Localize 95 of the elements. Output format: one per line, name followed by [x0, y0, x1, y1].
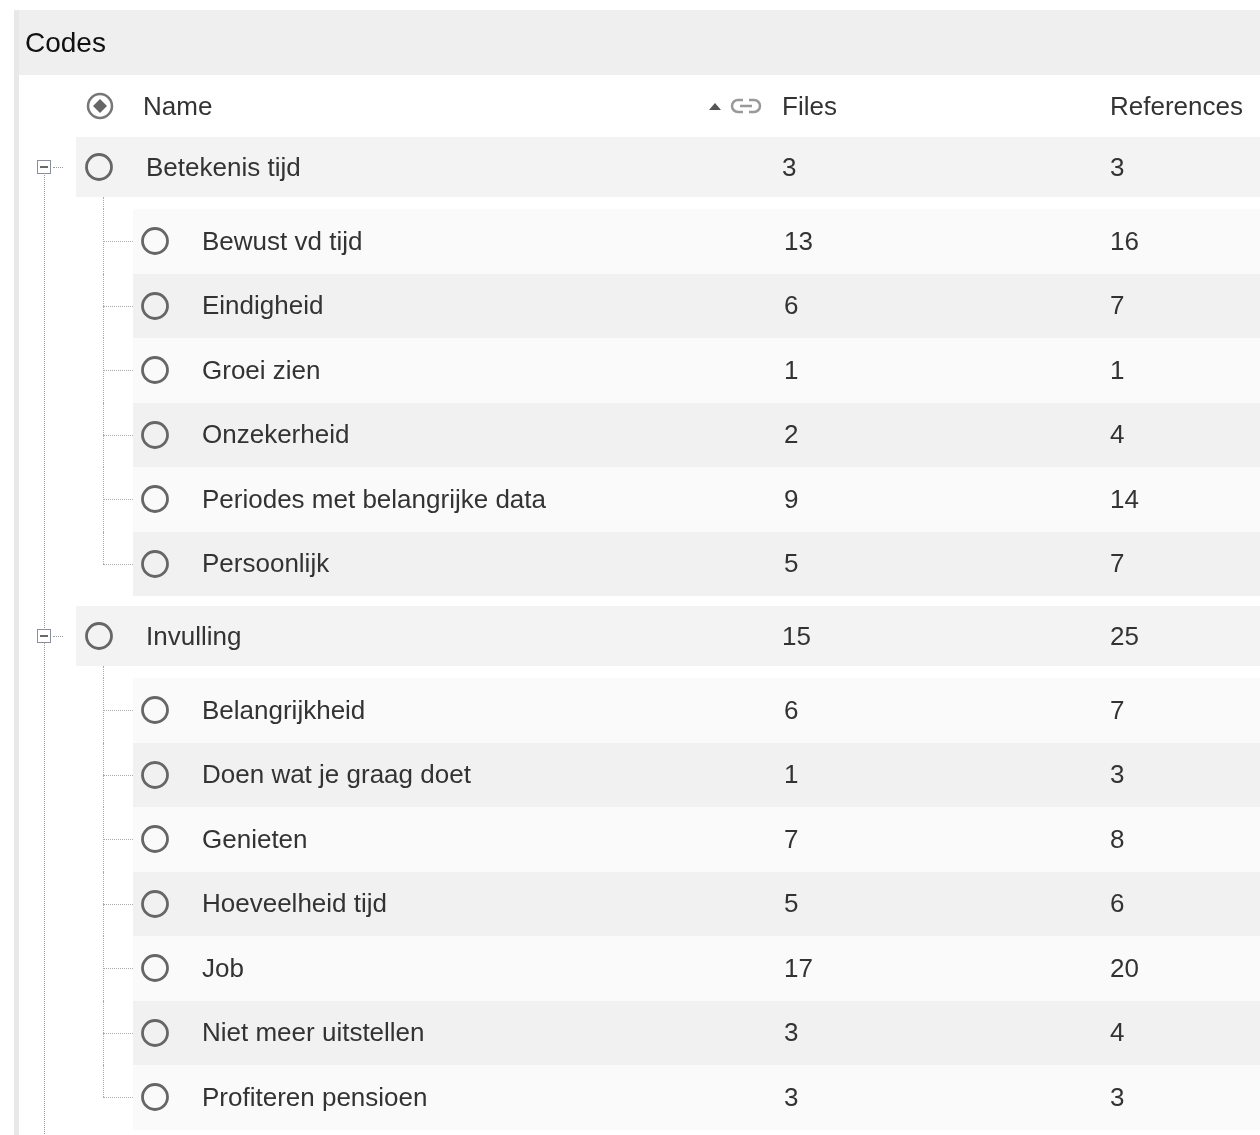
code-icon: [140, 419, 170, 450]
collapse-icon[interactable]: [37, 160, 51, 174]
code-name: Belangrijkheid: [202, 694, 367, 726]
code-icon: [140, 695, 170, 726]
sort-ascending-icon[interactable]: [708, 101, 722, 111]
code-icon: [84, 152, 114, 182]
tree-connector: [103, 807, 133, 872]
files-count: 6: [784, 290, 799, 322]
files-count: 15: [782, 620, 811, 652]
files-count: 17: [784, 952, 813, 984]
code-icon: [140, 1017, 170, 1048]
tree-connector: [103, 1000, 133, 1065]
tree-row[interactable]: Niet meer uitstellen 3 4: [133, 1000, 1260, 1065]
add-code-icon[interactable]: [85, 91, 115, 121]
tree-connector: [103, 678, 133, 743]
references-count: 3: [1110, 759, 1125, 791]
code-icon: [140, 888, 170, 919]
code-name: Onzekerheid: [202, 419, 351, 451]
panel-title: Codes: [25, 26, 106, 59]
references-count: 25: [1110, 620, 1139, 652]
tree-connector: [103, 742, 133, 807]
column-header[interactable]: References: [1110, 90, 1243, 122]
tree-row[interactable]: Groei zien 1 1: [133, 338, 1260, 403]
references-count: 7: [1110, 290, 1125, 322]
files-count: 7: [784, 823, 799, 855]
files-count: 3: [782, 151, 797, 183]
column-header[interactable]: Name: [143, 90, 708, 122]
code-icon: [140, 290, 170, 321]
tree-row[interactable]: Onzekerheid 2 4: [133, 402, 1260, 467]
references-count: 20: [1110, 952, 1139, 984]
references-count: 1: [1110, 354, 1125, 386]
references-count: 3: [1110, 1081, 1125, 1113]
code-icon: [84, 621, 114, 651]
files-count: 13: [784, 225, 813, 257]
code-icon: [140, 824, 170, 855]
tree-row[interactable]: Periodes met belangrijke data 9 14: [133, 467, 1260, 532]
tree-row[interactable]: Invulling 15 25: [76, 606, 1260, 666]
code-icon: [140, 484, 170, 515]
code-name: Eindigheid: [202, 290, 325, 322]
code-name: Betekenis tijd: [146, 151, 302, 183]
files-count: 6: [784, 694, 799, 726]
references-count: 8: [1110, 823, 1125, 855]
code-name: Groei zien: [202, 354, 322, 386]
files-count: 1: [784, 354, 799, 386]
code-name: Niet meer uitstellen: [202, 1017, 426, 1049]
files-count: 9: [784, 483, 799, 515]
code-name: Invulling: [146, 620, 243, 652]
tree-connector: [103, 209, 133, 274]
references-count: 4: [1110, 1017, 1125, 1049]
code-name: Hoeveelheid tijd: [202, 888, 388, 920]
tree-row[interactable]: Persoonlijk 5 7: [133, 531, 1260, 596]
tree-row[interactable]: Profiteren pensioen 3 3: [133, 1065, 1260, 1130]
tree-row[interactable]: Bewust vd tijd 13 16: [133, 209, 1260, 274]
files-count: 3: [784, 1017, 799, 1049]
files-count: 2: [784, 419, 799, 451]
tree-connector: [103, 467, 133, 532]
tree-row[interactable]: Doen wat je graag doet 1 3: [133, 742, 1260, 807]
tree-row[interactable]: Hoeveelheid tijd 5 6: [133, 871, 1260, 936]
files-count: 5: [784, 888, 799, 920]
tree-row[interactable]: Genieten 7 8: [133, 807, 1260, 872]
code-name: Job: [202, 952, 245, 984]
tree-row[interactable]: Job 17 20: [133, 936, 1260, 1001]
tree-row[interactable]: Betekenis tijd 3 3: [76, 137, 1260, 197]
code-name: Bewust vd tijd: [202, 225, 364, 257]
tree-row[interactable]: Eindigheid 6 7: [133, 273, 1260, 338]
tree-row[interactable]: Belangrijkheid 6 7: [133, 678, 1260, 743]
files-count: 1: [784, 759, 799, 791]
code-icon: [140, 759, 170, 790]
collapse-icon[interactable]: [37, 629, 51, 643]
code-name: Doen wat je graag doet: [202, 759, 472, 791]
references-count: 7: [1110, 694, 1125, 726]
code-name: Periodes met belangrijke data: [202, 483, 547, 515]
tree-connector: [103, 273, 133, 338]
references-count: 3: [1110, 151, 1125, 183]
tree-connector: [103, 402, 133, 467]
code-name: Persoonlijk: [202, 548, 331, 580]
code-icon: [140, 226, 170, 257]
references-count: 4: [1110, 419, 1125, 451]
link-icon: [730, 97, 762, 115]
tree-connector: [103, 936, 133, 1001]
tree-connector: [103, 871, 133, 936]
files-count: 3: [784, 1081, 799, 1113]
references-count: 16: [1110, 225, 1139, 257]
code-icon: [140, 548, 170, 579]
column-header[interactable]: Files: [782, 90, 837, 122]
code-icon: [140, 953, 170, 984]
files-count: 5: [784, 548, 799, 580]
references-count: 7: [1110, 548, 1125, 580]
references-count: 6: [1110, 888, 1125, 920]
code-name: Genieten: [202, 823, 309, 855]
references-count: 14: [1110, 483, 1139, 515]
tree-connector: [103, 338, 133, 403]
code-icon: [140, 1082, 170, 1113]
code-name: Profiteren pensioen: [202, 1081, 429, 1113]
code-icon: [140, 355, 170, 386]
